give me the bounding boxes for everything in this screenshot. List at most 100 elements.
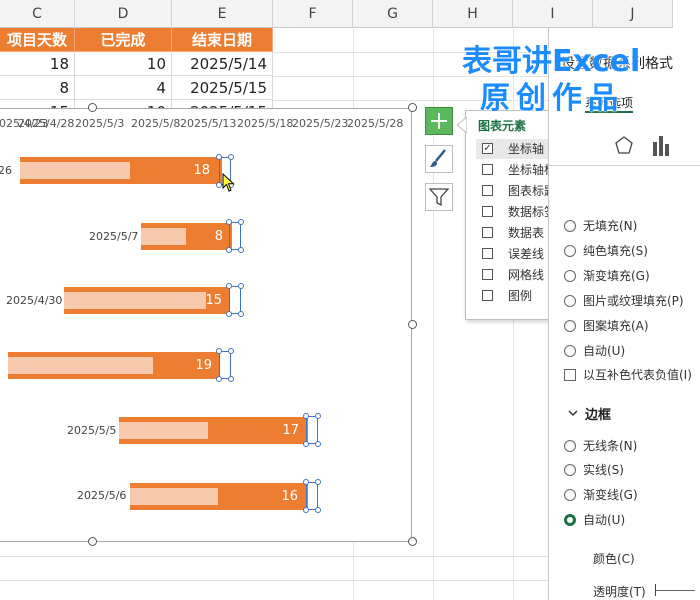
radio-icon[interactable]: [564, 464, 576, 476]
border-option-none[interactable]: 无线条(N): [564, 437, 637, 455]
transparency-slider-thumb[interactable]: [655, 584, 656, 596]
col-header-e[interactable]: E: [172, 0, 273, 28]
bar-completed[interactable]: [20, 162, 130, 179]
option-label: 自动(U): [583, 513, 626, 527]
col-header-f[interactable]: F: [273, 0, 353, 28]
radio-icon[interactable]: [564, 220, 576, 232]
invert-if-negative[interactable]: 以互补色代表负值(I): [564, 366, 692, 384]
selection-handle[interactable]: [315, 441, 321, 447]
chart-resize-handle[interactable]: [88, 103, 97, 112]
selection-handle[interactable]: [238, 247, 244, 253]
checkbox-icon[interactable]: [482, 248, 493, 259]
gridline: [0, 580, 548, 581]
chart-resize-handle[interactable]: [408, 320, 417, 329]
selection-handle[interactable]: [303, 441, 309, 447]
fill-option-gradient[interactable]: 渐变填充(G): [564, 267, 650, 285]
table-cell[interactable]: 8: [0, 76, 75, 100]
checkbox-checked-icon[interactable]: ✓: [482, 143, 493, 154]
radio-icon[interactable]: [564, 489, 576, 501]
radio-icon[interactable]: [564, 295, 576, 307]
table-header-end-date[interactable]: 结束日期: [172, 28, 273, 52]
table-cell[interactable]: 4: [75, 76, 172, 100]
table-header-done[interactable]: 已完成: [75, 28, 172, 52]
table-cell[interactable]: 18: [0, 52, 75, 76]
selection-handle[interactable]: [226, 219, 232, 225]
border-option-auto[interactable]: 自动(U): [564, 511, 626, 529]
chart-filters-button[interactable]: [425, 183, 453, 211]
selection-handle[interactable]: [226, 311, 232, 317]
selection-handle[interactable]: [315, 413, 321, 419]
fill-option-auto[interactable]: 自动(U): [564, 342, 625, 360]
bar-completed[interactable]: [130, 488, 218, 505]
col-header-c[interactable]: C: [0, 0, 75, 28]
table-cell[interactable]: 10: [75, 52, 172, 76]
series-selection-box[interactable]: [229, 286, 241, 314]
table-cell[interactable]: 2025/5/15: [172, 76, 273, 100]
chart-styles-button[interactable]: [425, 145, 453, 173]
bar-data-label: 16: [281, 489, 298, 504]
col-header-j[interactable]: J: [593, 0, 673, 28]
checkbox-icon[interactable]: [482, 206, 493, 217]
col-header-d[interactable]: D: [75, 0, 172, 28]
bar-data-label: 8: [214, 229, 223, 244]
checkbox-icon[interactable]: [482, 227, 493, 238]
table-cell[interactable]: 2025/5/14: [172, 52, 273, 76]
series-selection-box[interactable]: [306, 482, 318, 510]
fill-option-picture[interactable]: 图片或纹理填充(P): [564, 292, 684, 310]
radio-icon[interactable]: [564, 270, 576, 282]
fill-option-none[interactable]: 无填充(N): [564, 217, 637, 235]
selection-handle[interactable]: [226, 247, 232, 253]
chart-resize-handle[interactable]: [408, 537, 417, 546]
border-option-solid[interactable]: 实线(S): [564, 461, 624, 479]
bar-completed[interactable]: [64, 292, 206, 309]
radio-icon[interactable]: [564, 320, 576, 332]
bar-data-label: 17: [282, 423, 299, 438]
border-section-header[interactable]: 边框: [585, 404, 611, 423]
series-selection-box[interactable]: [229, 222, 241, 250]
chart-elements-button[interactable]: [425, 107, 453, 135]
bar-completed[interactable]: [119, 422, 208, 439]
bar-completed[interactable]: [141, 228, 186, 245]
selection-handle[interactable]: [228, 348, 234, 354]
checkbox-icon[interactable]: [482, 269, 493, 280]
selection-handle[interactable]: [226, 283, 232, 289]
radio-icon[interactable]: [564, 245, 576, 257]
selection-handle[interactable]: [238, 219, 244, 225]
selection-handle[interactable]: [216, 348, 222, 354]
selection-handle[interactable]: [216, 376, 222, 382]
bar-chart-icon[interactable]: [650, 133, 672, 157]
selection-handle[interactable]: [303, 413, 309, 419]
chart-resize-handle[interactable]: [88, 537, 97, 546]
fill-option-solid[interactable]: 纯色填充(S): [564, 242, 648, 260]
selection-handle[interactable]: [228, 376, 234, 382]
selection-handle[interactable]: [216, 154, 222, 160]
col-header-g[interactable]: G: [353, 0, 433, 28]
chevron-down-icon[interactable]: [567, 408, 579, 418]
color-label: 颜色(C): [593, 552, 635, 566]
radio-selected-icon[interactable]: [564, 514, 576, 526]
transparency-slider[interactable]: [655, 590, 695, 591]
selection-handle[interactable]: [303, 507, 309, 513]
radio-icon[interactable]: [564, 440, 576, 452]
table-header-days[interactable]: 项目天数: [0, 28, 75, 52]
col-header-i[interactable]: I: [513, 0, 593, 28]
selection-handle[interactable]: [238, 283, 244, 289]
series-selection-box[interactable]: [306, 416, 318, 444]
checkbox-icon[interactable]: [482, 185, 493, 196]
selection-handle[interactable]: [315, 507, 321, 513]
chart-resize-handle[interactable]: [408, 103, 417, 112]
checkbox-icon[interactable]: [482, 164, 493, 175]
checkbox-icon[interactable]: [564, 369, 576, 381]
checkbox-icon[interactable]: [482, 290, 493, 301]
selection-handle[interactable]: [315, 479, 321, 485]
radio-icon[interactable]: [564, 345, 576, 357]
selection-handle[interactable]: [238, 311, 244, 317]
pentagon-icon[interactable]: [613, 134, 635, 156]
selection-handle[interactable]: [228, 154, 234, 160]
border-option-gradient[interactable]: 渐变线(G): [564, 486, 638, 504]
bar-completed[interactable]: [8, 357, 153, 374]
fill-option-pattern[interactable]: 图案填充(A): [564, 317, 649, 335]
selection-handle[interactable]: [303, 479, 309, 485]
col-header-h[interactable]: H: [433, 0, 513, 28]
series-selection-box[interactable]: [219, 351, 231, 379]
